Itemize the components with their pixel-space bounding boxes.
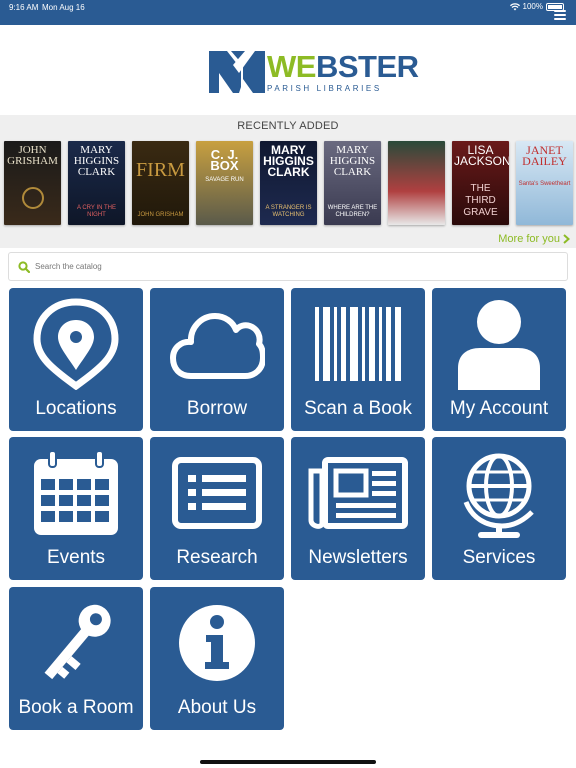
tile-research[interactable]: Research [150, 437, 284, 580]
tile-services[interactable]: Services [432, 437, 566, 580]
recently-added-title: RECENTLY ADDED [237, 120, 339, 132]
tile-scan-a-book[interactable]: Scan a Book [291, 288, 425, 431]
tile-locations[interactable]: Locations [9, 288, 143, 431]
book-cover-carousel[interactable]: JOHN GRISHAM MARY HIGGINS CLARK A CRY IN… [4, 141, 573, 225]
status-date: Mon Aug 16 [42, 3, 85, 12]
book-cover[interactable]: JOHN GRISHAM [4, 141, 61, 225]
logo-mark-icon [209, 51, 265, 93]
status-bar: 9:16 AM Mon Aug 16 100% [0, 0, 576, 25]
key-icon [44, 604, 111, 679]
search-icon [18, 261, 30, 273]
tile-label: Research [176, 547, 258, 568]
tile-borrow[interactable]: Borrow [150, 288, 284, 431]
battery-percent: 100% [522, 2, 543, 11]
tile-book-a-room[interactable]: Book a Room [9, 587, 143, 730]
logo-subtitle: PARISH LIBRARIES [267, 84, 382, 93]
location-pin-icon [33, 297, 119, 390]
tile-label: About Us [177, 697, 257, 718]
newspaper-icon [308, 456, 408, 529]
logo-title: WEBSTER [267, 49, 419, 84]
book-cover[interactable]: MARY HIGGINS CLARK WHERE ARE THE CHILDRE… [324, 141, 381, 225]
tile-label: Book a Room [18, 697, 134, 718]
book-cover[interactable]: LISA JACKSON THE THIRD GRAVE [452, 141, 509, 225]
tile-my-account[interactable]: My Account [432, 288, 566, 431]
recently-added-section: RECENTLY ADDED JOHN GRISHAM MARY HIGGINS… [0, 115, 576, 248]
book-cover[interactable] [388, 141, 445, 225]
more-for-you-label: More for you [498, 233, 560, 245]
tile-label: Events [46, 547, 106, 568]
status-time: 9:16 AM [9, 3, 39, 12]
book-cover[interactable]: MARY HIGGINS CLARK A STRANGER IS WATCHIN… [260, 141, 317, 225]
book-cover[interactable]: JANET DAILEY Santa's Sweetheart [516, 141, 573, 225]
webster-logo: WEBSTER PARISH LIBRARIES [209, 51, 419, 93]
more-for-you-link[interactable]: More for you [498, 233, 570, 245]
book-cover[interactable]: FIRM JOHN GRISHAM [132, 141, 189, 225]
cloud-icon [170, 312, 265, 379]
tile-label: My Account [449, 398, 549, 419]
tile-events[interactable]: Events [9, 437, 143, 580]
tile-label: Scan a Book [304, 398, 412, 419]
header-logo-area: WEBSTER PARISH LIBRARIES [0, 25, 576, 115]
search-input[interactable]: Search the catalog [35, 262, 102, 271]
barcode-icon [315, 306, 401, 381]
search-bar[interactable]: Search the catalog [8, 252, 568, 281]
tile-label: Newsletters [308, 547, 408, 568]
book-cover[interactable]: C. J. BOX SAVAGE RUN [196, 141, 253, 225]
tile-about-us[interactable]: About Us [150, 587, 284, 730]
book-cover[interactable]: MARY HIGGINS CLARK A CRY IN THE NIGHT [68, 141, 125, 225]
tile-label: Services [462, 547, 536, 568]
globe-icon [463, 453, 534, 538]
tile-label: Locations [35, 398, 117, 419]
tile-label: Borrow [186, 398, 248, 419]
tile-newsletters[interactable]: Newsletters [291, 437, 425, 580]
info-icon [179, 604, 255, 681]
chevron-right-icon [563, 234, 570, 244]
home-indicator[interactable] [200, 760, 376, 764]
menu-icon[interactable] [554, 10, 566, 22]
calendar-icon [34, 449, 118, 535]
list-card-icon [172, 456, 262, 529]
wifi-icon [509, 2, 520, 11]
person-icon [458, 299, 540, 390]
